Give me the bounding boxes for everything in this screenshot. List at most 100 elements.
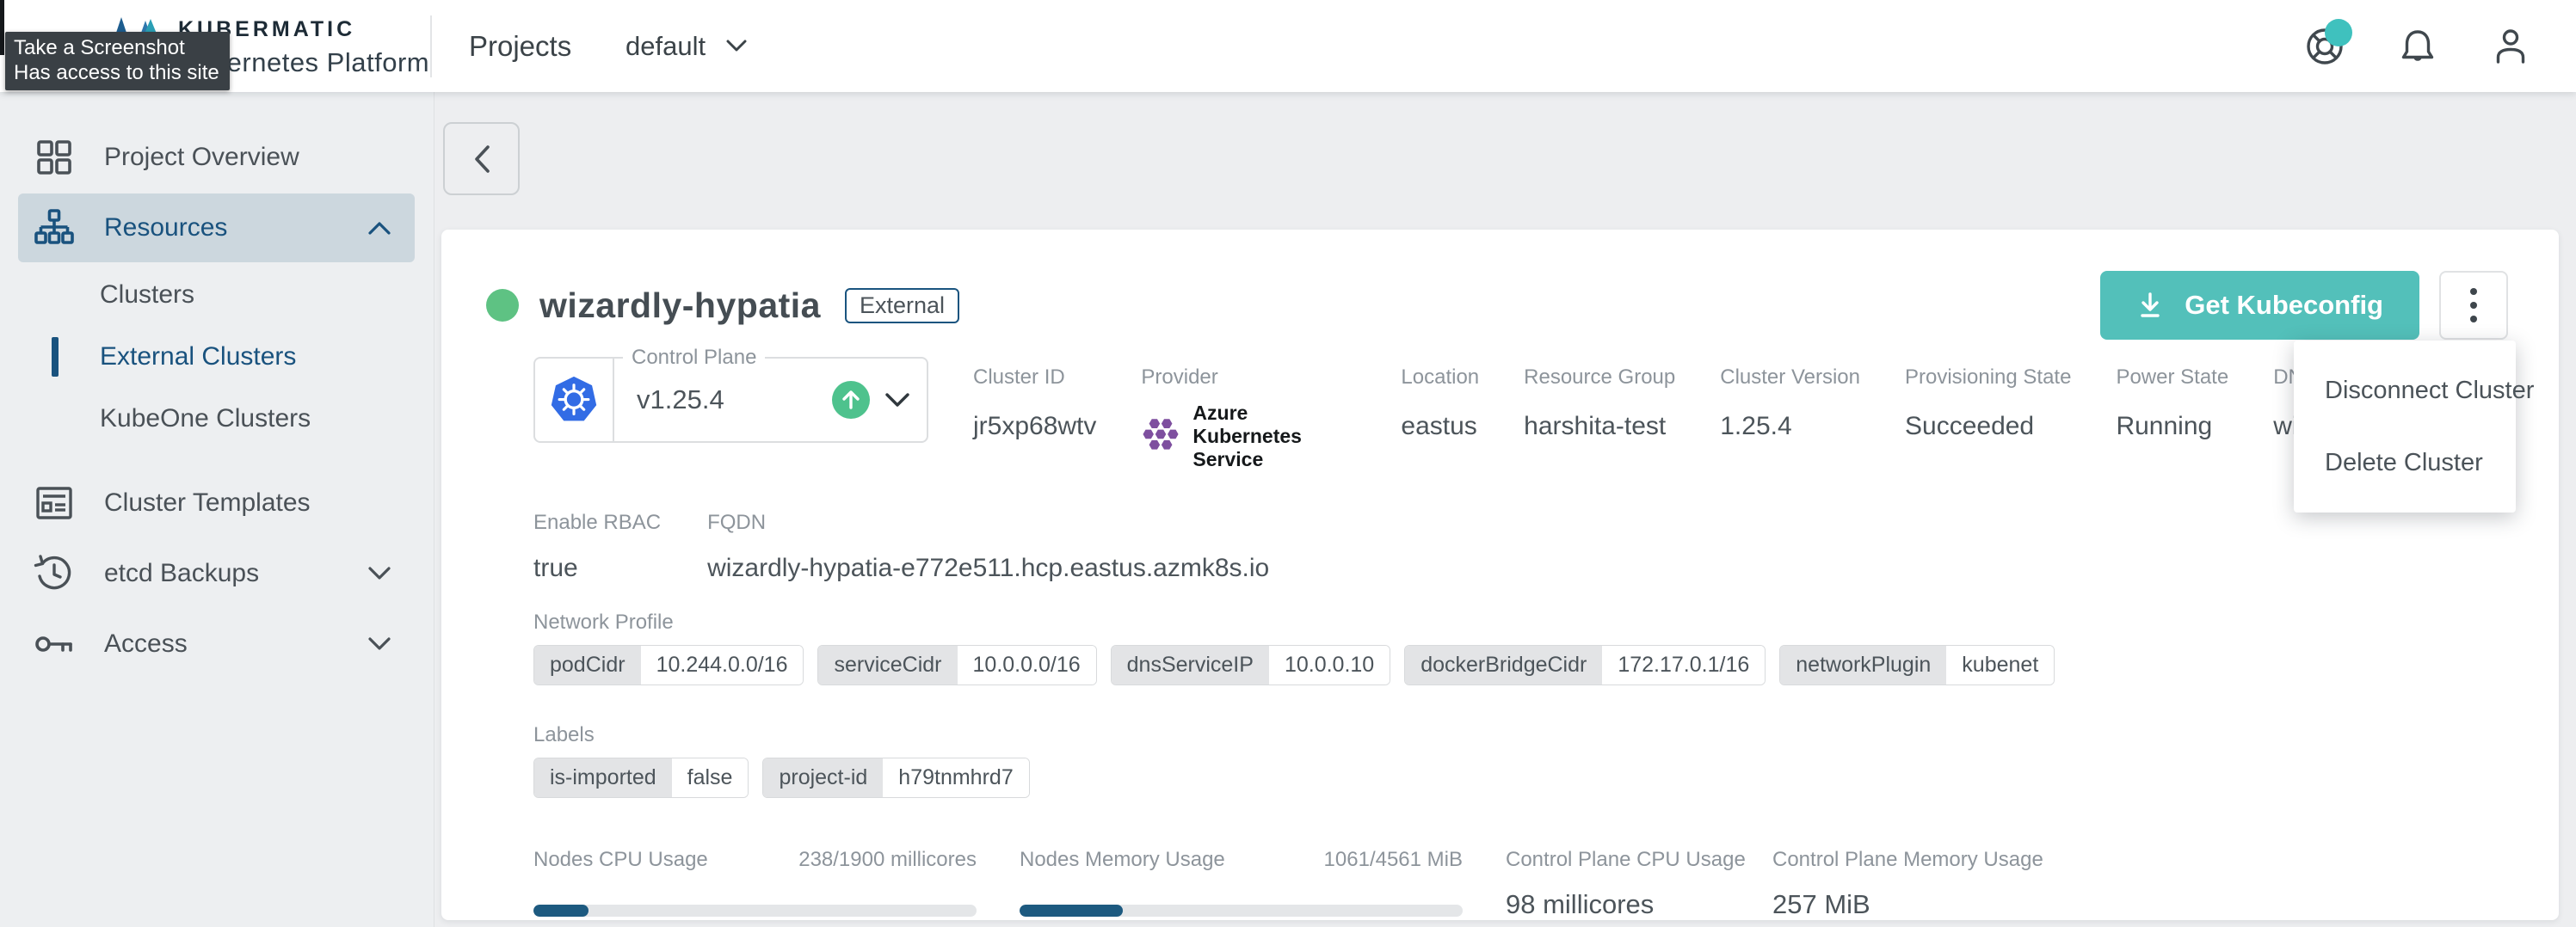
metric-nodes-memory: Nodes Memory Usage 1061/4561 MiB	[1020, 848, 1463, 920]
chevron-down-icon	[368, 637, 391, 651]
kubermatic-app: KUBERMATIC Kubernetes Platform Take a Sc…	[0, 0, 2576, 927]
cluster-actions: Get Kubeconfig	[2100, 271, 2508, 340]
back-button[interactable]	[443, 122, 520, 195]
sidebar-item-access[interactable]: Access	[18, 610, 415, 678]
cluster-more-actions-button[interactable]	[2439, 271, 2508, 340]
sidebar-item-cluster-templates[interactable]: Cluster Templates	[18, 469, 415, 537]
chevron-down-icon	[726, 40, 747, 52]
help-button[interactable]	[2304, 26, 2345, 67]
cluster-context-menu: Disconnect Cluster Delete Cluster	[2294, 341, 2516, 513]
metric-usage: 1061/4561 MiB	[1324, 848, 1463, 872]
sidebar-item-label: etcd Backups	[104, 559, 259, 588]
sidebar-item-resources[interactable]: Resources	[18, 193, 415, 262]
project-selector-dropdown[interactable]: default	[626, 31, 747, 62]
metric-usage: 238/1900 millicores	[798, 848, 977, 872]
section-label: Labels	[533, 723, 2524, 747]
chip-value: 10.244.0.0/16	[641, 646, 804, 685]
chip-value: 10.0.0.10	[1269, 646, 1390, 685]
cluster-detail-card: wizardly-hypatia External Get Kubeconfig	[441, 230, 2559, 920]
control-plane-version-control[interactable]: Control Plane	[533, 357, 928, 443]
project-selector-value: default	[626, 31, 706, 62]
key-icon	[34, 623, 75, 665]
chip-key: dockerBridgeCidr	[1405, 646, 1602, 685]
template-card-icon	[34, 482, 75, 524]
upgrade-available-icon[interactable]	[832, 381, 870, 419]
chip-key: project-id	[763, 758, 883, 797]
sidebar-item-kubeone-clusters[interactable]: KubeOne Clusters	[18, 388, 415, 450]
aks-provider-icon	[1141, 417, 1180, 457]
chip-key: serviceCidr	[818, 646, 957, 685]
sidebar: Project Overview Resources	[0, 92, 434, 927]
sidebar-item-clusters[interactable]: Clusters	[18, 264, 415, 326]
chip-key: dnsServiceIP	[1112, 646, 1269, 685]
cluster-status-healthy-dot	[486, 289, 519, 322]
metric-value: 257 MiB	[1772, 889, 1996, 920]
detail-label: Provisioning State	[1905, 365, 2071, 390]
detail-fqdn: FQDN wizardly-hypatia-e772e511.hcp.eastu…	[707, 511, 1269, 583]
help-notification-dot	[2325, 19, 2352, 46]
control-plane-version: v1.25.4	[637, 384, 724, 415]
main-content: wizardly-hypatia External Get Kubeconfig	[434, 92, 2576, 927]
detail-provider: Provider	[1141, 357, 1356, 471]
menu-item-disconnect-cluster[interactable]: Disconnect Cluster	[2294, 354, 2516, 427]
section-label: Network Profile	[533, 611, 2524, 635]
sidebar-item-external-clusters[interactable]: External Clusters	[18, 326, 415, 388]
detail-label: Location	[1401, 365, 1479, 390]
metric-control-plane-memory: Control Plane Memory Usage 257 MiB	[1772, 848, 1996, 920]
sidebar-item-etcd-backups[interactable]: etcd Backups	[18, 539, 415, 608]
chip-value: false	[672, 758, 749, 797]
detail-value: wizardly-hypatia-e772e511.hcp.eastus.azm…	[707, 554, 1269, 583]
detail-value: 1.25.4	[1720, 412, 1860, 441]
metric-label: Control Plane CPU Usage	[1506, 848, 1729, 872]
chip-key: networkPlugin	[1780, 646, 1946, 685]
chip-value: kubenet	[1946, 646, 2054, 685]
cluster-name: wizardly-hypatia	[539, 285, 821, 326]
sidebar-item-label: Clusters	[100, 280, 194, 310]
sitemap-icon	[34, 207, 75, 249]
detail-value: jr5xp68wtv	[973, 412, 1096, 441]
chevron-down-icon[interactable]	[885, 393, 909, 408]
control-plane-label: Control Plane	[623, 346, 765, 370]
detail-label: Power State	[2116, 365, 2228, 390]
top-navbar: KUBERMATIC Kubernetes Platform Take a Sc…	[0, 0, 2576, 92]
tooltip-title: Take a Screenshot	[14, 35, 219, 60]
chip-key: is-imported	[534, 758, 672, 797]
detail-value: Azure Kubernetes Service	[1192, 402, 1356, 471]
sidebar-item-label: Project Overview	[104, 143, 299, 172]
detail-value: Succeeded	[1905, 412, 2071, 441]
menu-item-delete-cluster[interactable]: Delete Cluster	[2294, 427, 2516, 499]
chip-dnsserviceip: dnsServiceIP10.0.0.10	[1111, 645, 1391, 685]
chip-dockerbridgecidr: dockerBridgeCidr172.17.0.1/16	[1404, 645, 1766, 685]
grid-icon	[34, 138, 75, 177]
progress-track	[1020, 905, 1463, 917]
detail-location: Location eastus	[1401, 357, 1479, 441]
metrics-row: Nodes CPU Usage 238/1900 millicores Node…	[533, 848, 2524, 920]
detail-cluster-version: Cluster Version 1.25.4	[1720, 357, 1860, 441]
header-divider	[430, 15, 432, 77]
detail-label: FQDN	[707, 511, 1269, 535]
detail-enable-rbac: Enable RBAC true	[533, 511, 661, 583]
network-profile-section: Network Profile podCidr10.244.0.0/16 ser…	[533, 611, 2524, 685]
get-kubeconfig-button[interactable]: Get Kubeconfig	[2100, 271, 2419, 340]
sidebar-item-label: Access	[104, 629, 188, 659]
metric-label: Nodes CPU Usage	[533, 848, 708, 872]
chevron-down-icon	[368, 567, 391, 580]
history-icon	[34, 553, 75, 594]
detail-value: Running	[2116, 412, 2228, 441]
detail-label: Cluster Version	[1720, 365, 1860, 390]
chip-value: 172.17.0.1/16	[1602, 646, 1765, 685]
tooltip-subtitle: Has access to this site	[14, 60, 219, 85]
network-profile-chips: podCidr10.244.0.0/16 serviceCidr10.0.0.0…	[533, 645, 2524, 685]
selection-bar	[52, 337, 59, 377]
detail-label: Cluster ID	[973, 365, 1096, 390]
notifications-button[interactable]	[2397, 26, 2438, 67]
user-menu-button[interactable]	[2490, 26, 2531, 67]
browser-extension-tooltip: Take a Screenshot Has access to this sit…	[5, 32, 230, 90]
download-icon	[2136, 292, 2164, 319]
metric-label: Nodes Memory Usage	[1020, 848, 1225, 872]
detail-value: true	[533, 554, 661, 583]
metric-label: Control Plane Memory Usage	[1772, 848, 1996, 872]
sidebar-item-project-overview[interactable]: Project Overview	[18, 123, 415, 192]
rbac-fqdn-row: Enable RBAC true FQDN wizardly-hypatia-e…	[533, 511, 2524, 583]
chip-project-id: project-idh79tnmhrd7	[762, 758, 1029, 798]
